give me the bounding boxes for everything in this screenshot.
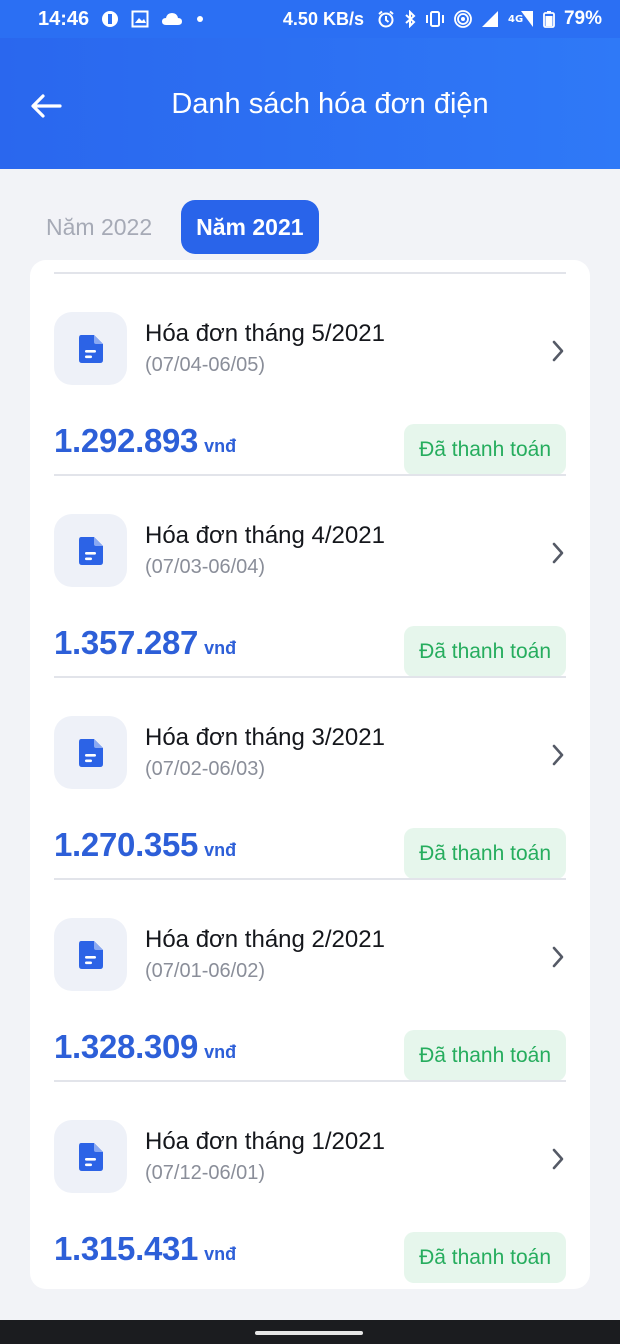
tab-year-2021[interactable]: Năm 2021 — [181, 200, 319, 254]
app-header: Danh sách hóa đơn điện — [0, 38, 620, 169]
bill-list: Hóa đơn tháng 5/2021 (07/04-06/05) 1.292… — [30, 260, 590, 1289]
network-speed: 4.50 KB/s — [282, 8, 364, 29]
bill-amount: 1.328.309 vnđ — [54, 1028, 236, 1066]
bill-icon-box — [54, 716, 127, 789]
amount-value: 1.315.431 — [54, 1230, 199, 1267]
year-tabs: Năm 2022 Năm 2021 — [32, 199, 319, 255]
bill-title: Hóa đơn tháng 1/2021 — [145, 1128, 385, 1155]
chevron-right-icon — [546, 942, 570, 972]
bill-period: (07/04-06/05) — [145, 354, 266, 376]
status-badge: Đã thanh toán — [404, 1232, 566, 1283]
cloud-icon — [161, 10, 183, 28]
notification-icon — [101, 10, 119, 28]
chevron-right-icon — [546, 740, 570, 770]
document-icon — [78, 536, 103, 565]
bill-item[interactable]: Hóa đơn tháng 4/2021 (07/03-06/04) 1.357… — [30, 476, 590, 678]
battery-icon — [543, 10, 555, 28]
document-icon — [78, 1142, 103, 1171]
chevron-right-icon — [546, 538, 570, 568]
amount-unit: vnđ — [204, 1042, 237, 1062]
amount-value: 1.357.287 — [54, 624, 199, 661]
amount-value: 1.328.309 — [54, 1028, 199, 1065]
hotspot-icon — [454, 10, 472, 28]
amount-value: 1.270.355 — [54, 826, 199, 863]
bill-title: Hóa đơn tháng 5/2021 — [145, 320, 385, 347]
document-icon — [78, 940, 103, 969]
bill-item[interactable]: Hóa đơn tháng 2/2021 (07/01-06/02) 1.328… — [30, 880, 590, 1082]
bill-title: Hóa đơn tháng 3/2021 — [145, 724, 385, 751]
image-icon — [131, 10, 149, 28]
chevron-right-icon — [546, 1144, 570, 1174]
bill-item[interactable]: Hóa đơn tháng 1/2021 (07/12-06/01) 1.315… — [30, 1082, 590, 1284]
document-icon — [78, 738, 103, 767]
bill-title: Hóa đơn tháng 2/2021 — [145, 926, 385, 953]
page-title: Danh sách hóa đơn điện — [171, 88, 489, 120]
bill-amount: 1.270.355 vnđ — [54, 826, 236, 864]
tab-year-2022[interactable]: Năm 2022 — [32, 200, 167, 254]
status-time: 14:46 — [38, 7, 90, 30]
amount-unit: vnđ — [204, 436, 237, 456]
status-badge: Đã thanh toán — [404, 1030, 566, 1081]
vibrate-icon — [425, 10, 445, 28]
battery-percent: 79% — [563, 8, 602, 29]
bill-amount: 1.315.431 vnđ — [54, 1230, 236, 1268]
home-indicator[interactable] — [255, 1331, 363, 1335]
amount-unit: vnđ — [204, 638, 237, 658]
svg-text:4G: 4G — [508, 14, 523, 25]
amount-unit: vnđ — [204, 1244, 237, 1264]
bill-amount: 1.292.893 vnđ — [54, 422, 236, 460]
bill-amount: 1.357.287 vnđ — [54, 624, 236, 662]
amount-value: 1.292.893 — [54, 422, 199, 459]
amount-unit: vnđ — [204, 840, 237, 860]
dot-icon — [195, 10, 205, 28]
alarm-icon — [377, 10, 395, 28]
bluetooth-icon — [404, 9, 416, 29]
bill-icon-box — [54, 1120, 127, 1193]
4g-icon: 4G — [508, 10, 534, 28]
bill-period: (07/01-06/02) — [145, 960, 266, 982]
status-badge: Đã thanh toán — [404, 424, 566, 475]
bill-icon-box — [54, 312, 127, 385]
status-badge: Đã thanh toán — [404, 828, 566, 879]
bill-item[interactable]: Hóa đơn tháng 3/2021 (07/02-06/03) 1.270… — [30, 678, 590, 880]
bill-icon-box — [54, 918, 127, 991]
document-icon — [78, 334, 103, 363]
status-bar: 14:46 4.50 KB/s 4G 79% — [0, 0, 620, 38]
system-nav-bar — [0, 1320, 620, 1344]
status-badge: Đã thanh toán — [404, 626, 566, 677]
bill-item[interactable]: Hóa đơn tháng 5/2021 (07/04-06/05) 1.292… — [30, 274, 590, 476]
bill-period: (07/12-06/01) — [145, 1162, 266, 1184]
chevron-right-icon — [546, 336, 570, 366]
bill-icon-box — [54, 514, 127, 587]
bill-period: (07/02-06/03) — [145, 758, 266, 780]
signal-icon — [481, 10, 499, 28]
bill-period: (07/03-06/04) — [145, 556, 266, 578]
bill-title: Hóa đơn tháng 4/2021 — [145, 522, 385, 549]
